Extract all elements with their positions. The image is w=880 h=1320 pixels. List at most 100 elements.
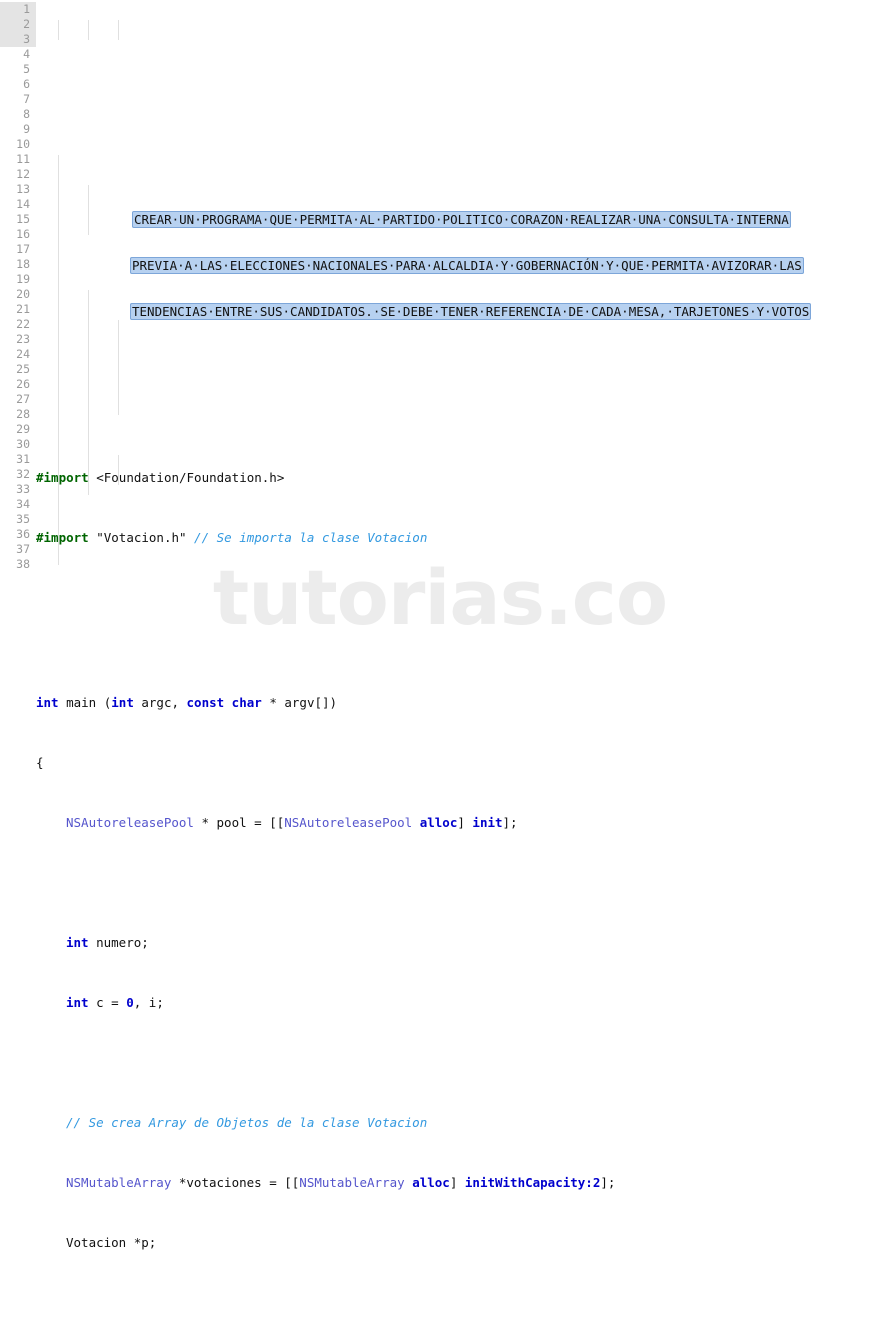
line-number: 25 [16, 362, 30, 376]
line-number: 24 [16, 347, 30, 361]
code-line-autoreleasepool[interactable]: NSAutoreleasePool * pool = [[NSAutorelea… [36, 815, 880, 830]
line-number: 23 [16, 332, 30, 346]
line-number: 15 [16, 212, 30, 226]
line-number: 28 [16, 407, 30, 421]
indent-guide [58, 20, 59, 40]
line-number: 16 [16, 227, 30, 241]
line-number: 7 [23, 92, 30, 106]
code-line-open-brace[interactable]: { [36, 755, 880, 770]
code-line-decl-p[interactable]: Votacion *p; [36, 1235, 880, 1250]
message-init: init [472, 815, 503, 830]
class-name: NSAutoreleasePool [284, 815, 413, 830]
line-number: 6 [23, 77, 30, 91]
header-path: <Foundation/Foundation.h> [88, 470, 285, 485]
keyword-int: int [66, 995, 89, 1010]
line-number: 8 [23, 107, 30, 121]
line-number: 29 [16, 422, 30, 436]
line-number: 33 [16, 482, 30, 496]
keyword-int: int [111, 695, 134, 710]
preprocessor-keyword: #import [36, 530, 89, 545]
code-text: ]; [600, 1175, 616, 1190]
line-number: 3 [0, 32, 36, 47]
code-text: argc, [133, 695, 187, 710]
code-line-mutablearray[interactable]: NSMutableArray *votaciones = [[NSMutable… [36, 1175, 880, 1190]
code-text-area[interactable]: CREAR·UN·PROGRAMA·QUE·PERMITA·AL·PARTIDO… [36, 0, 880, 1320]
class-name: NSAutoreleasePool [66, 815, 194, 830]
code-editor[interactable]: 1 2 3 4 5 6 7 8 9 10 11 12 13 14 15 16 1… [0, 0, 880, 1320]
code-text: * pool = [[ [193, 815, 285, 830]
code-line-blank[interactable] [36, 1055, 880, 1070]
line-number: 21 [16, 302, 30, 316]
selection-line-1: CREAR·UN·PROGRAMA·QUE·PERMITA·AL·PARTIDO… [132, 211, 791, 228]
class-name: NSMutableArray [66, 1175, 172, 1190]
line-number: 10 [16, 137, 30, 151]
code-line-selected[interactable]: PREVIA·A·LAS·ELECCIONES·NACIONALES·PARA·… [36, 257, 880, 274]
comment: // Se crea Array de Objetos de la clase … [66, 1115, 428, 1130]
code-line-blank[interactable] [36, 635, 880, 650]
line-number: 38 [16, 557, 30, 571]
code-line-blank[interactable] [36, 365, 880, 380]
indent-guide [88, 20, 89, 40]
code-text: numero; [88, 935, 149, 950]
code-text: ]; [502, 815, 518, 830]
code-line-comment-array[interactable]: // Se crea Array de Objetos de la clase … [36, 1115, 880, 1130]
line-number: 35 [16, 512, 30, 526]
code-line-decl-c-i[interactable]: int c = 0, i; [36, 995, 880, 1010]
code-text: * argv[]) [261, 695, 338, 710]
code-line-import-votacion[interactable]: #import "Votacion.h" // Se importa la cl… [36, 530, 880, 545]
line-number: 11 [16, 152, 30, 166]
code-line-blank[interactable] [36, 875, 880, 890]
line-number: 27 [16, 392, 30, 406]
line-number: 13 [16, 182, 30, 196]
line-number-gutter: 1 2 3 4 5 6 7 8 9 10 11 12 13 14 15 16 1… [0, 0, 36, 572]
number-literal: 2 [592, 1175, 601, 1190]
message-alloc: alloc [419, 815, 458, 830]
code-text: ] [449, 1175, 465, 1190]
code-line-blank[interactable] [36, 410, 880, 425]
code-text: main ( [58, 695, 112, 710]
line-number: 19 [16, 272, 30, 286]
code-line-blank[interactable] [36, 590, 880, 605]
line-number: 12 [16, 167, 30, 181]
line-number: 31 [16, 452, 30, 466]
number-literal: 0 [126, 995, 134, 1010]
line-number: 1 [0, 2, 36, 17]
code-line-decl-numero[interactable]: int numero; [36, 935, 880, 950]
code-line-import-foundation[interactable]: #import <Foundation/Foundation.h> [36, 470, 880, 485]
line-number: 37 [16, 542, 30, 556]
comment: // Se importa la clase Votacion [194, 530, 428, 545]
code-line-selected[interactable]: CREAR·UN·PROGRAMA·QUE·PERMITA·AL·PARTIDO… [36, 211, 880, 228]
keyword-int: int [66, 935, 89, 950]
code-text: *votaciones = [[ [171, 1175, 300, 1190]
line-number: 18 [16, 257, 30, 271]
line-number: 20 [16, 287, 30, 301]
code-text: , i; [133, 995, 164, 1010]
line-number: 5 [23, 62, 30, 76]
line-number: 2 [0, 17, 36, 32]
message-alloc: alloc [412, 1175, 450, 1190]
indent-guide [118, 20, 119, 40]
line-number: 9 [23, 122, 30, 136]
line-number: 26 [16, 377, 30, 391]
line-number: 30 [16, 437, 30, 451]
line-number: 22 [16, 317, 30, 331]
line-number: 4 [23, 47, 30, 61]
header-path: "Votacion.h" [88, 530, 195, 545]
line-number: 36 [16, 527, 30, 541]
line-number: 14 [16, 197, 30, 211]
code-text: ] [457, 815, 473, 830]
selection-line-2: PREVIA·A·LAS·ELECCIONES·NACIONALES·PARA·… [130, 257, 804, 274]
code-line-main-signature[interactable]: int main (int argc, const char * argv[]) [36, 695, 880, 710]
class-name: NSMutableArray [299, 1175, 405, 1190]
message-initwithcapacity: initWithCapacity: [464, 1175, 593, 1190]
code-line-selected[interactable]: TENDENCIAS·ENTRE·SUS·CANDIDATOS.·SE·DEBE… [36, 303, 880, 320]
code-text: Votacion *p; [66, 1235, 157, 1250]
selection-line-3: TENDENCIAS·ENTRE·SUS·CANDIDATOS.·SE·DEBE… [130, 303, 812, 320]
code-text: c = [88, 995, 127, 1010]
preprocessor-keyword: #import [36, 470, 89, 485]
code-line-blank[interactable] [36, 1295, 880, 1310]
keyword-int: int [36, 695, 59, 710]
line-number: 34 [16, 497, 30, 511]
